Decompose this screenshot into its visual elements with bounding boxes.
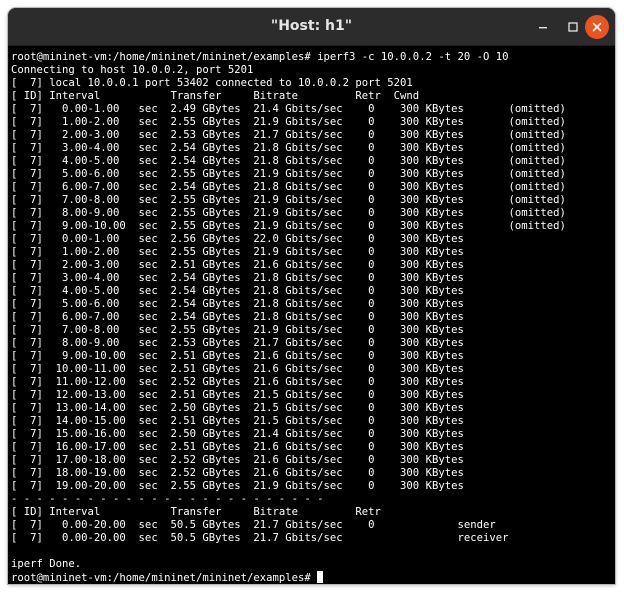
terminal-line: [ 7] 8.00-9.00 sec 2.55 GBytes 21.9 Gbit… [11,207,566,219]
terminal-window: "Host: h1" root@mininet-vm:/home/mininet… [8,8,615,584]
terminal-line: - - - - - - - - - - - - - - - - - - - - … [11,493,324,505]
terminal-line: [ 7] 13.00-14.00 sec 2.50 GBytes 21.5 Gb… [11,402,464,414]
terminal-line: [ 7] 1.00-2.00 sec 2.55 GBytes 21.9 Gbit… [11,246,464,258]
terminal-line: [ 7] 7.00-8.00 sec 2.55 GBytes 21.9 Gbit… [11,324,464,336]
terminal-line: [ 7] 19.00-20.00 sec 2.55 GBytes 21.9 Gb… [11,480,464,492]
terminal-line: root@mininet-vm:/home/mininet/mininet/ex… [11,51,509,63]
terminal-line: [ 7] 15.00-16.00 sec 2.50 GBytes 21.4 Gb… [11,428,464,440]
terminal-cursor [317,571,324,583]
terminal-line: [ 7] 8.00-9.00 sec 2.53 GBytes 21.7 Gbit… [11,337,464,349]
terminal-line: Connecting to host 10.0.0.2, port 5201 [11,64,254,76]
terminal-line: [ 7] 11.00-12.00 sec 2.52 GBytes 21.6 Gb… [11,376,464,388]
terminal-line: [ 7] 3.00-4.00 sec 2.54 GBytes 21.8 Gbit… [11,272,464,284]
maximize-button[interactable] [561,15,585,39]
terminal-line: [ 7] 4.00-5.00 sec 2.54 GBytes 21.8 Gbit… [11,285,464,297]
close-icon [592,22,602,32]
terminal-line: [ 7] 3.00-4.00 sec 2.54 GBytes 21.8 Gbit… [11,142,566,154]
terminal-line: [ 7] 0.00-1.00 sec 2.56 GBytes 22.0 Gbit… [11,233,464,245]
terminal-line: [ 7] 16.00-17.00 sec 2.51 GBytes 21.6 Gb… [11,441,464,453]
window-title: "Host: h1" [270,18,353,34]
terminal-line: [ 7] 6.00-7.00 sec 2.54 GBytes 21.8 Gbit… [11,311,464,323]
terminal-line: [ 7] 0.00-20.00 sec 50.5 GBytes 21.7 Gbi… [11,532,509,544]
terminal-line: [ 7] 4.00-5.00 sec 2.54 GBytes 21.8 Gbit… [11,155,566,167]
terminal-line: [ 7] 5.00-6.00 sec 2.54 GBytes 21.8 Gbit… [11,298,464,310]
terminal-line: [ 7] 6.00-7.00 sec 2.54 GBytes 21.8 Gbit… [11,181,566,193]
terminal-line: root@mininet-vm:/home/mininet/mininet/ex… [11,571,324,583]
terminal-line: [ 7] 9.00-10.00 sec 2.51 GBytes 21.6 Gbi… [11,350,464,362]
terminal-line: [ 7] 0.00-1.00 sec 2.49 GBytes 21.4 Gbit… [11,103,566,115]
terminal-line: [ 7] 10.00-11.00 sec 2.51 GBytes 21.6 Gb… [11,363,464,375]
terminal-line: [ ID] Interval Transfer Bitrate Retr Cwn… [11,90,420,102]
maximize-icon [568,22,578,32]
terminal-line: [ 7] 18.00-19.00 sec 2.52 GBytes 21.6 Gb… [11,467,464,479]
terminal-line: [ 7] 7.00-8.00 sec 2.55 GBytes 21.9 Gbit… [11,194,566,206]
terminal-line: [ 7] 2.00-3.00 sec 2.51 GBytes 21.6 Gbit… [11,259,464,271]
minimize-button[interactable] [531,15,555,39]
terminal-output[interactable]: root@mininet-vm:/home/mininet/mininet/ex… [11,47,614,583]
terminal-line: [ 7] 1.00-2.00 sec 2.55 GBytes 21.9 Gbit… [11,116,566,128]
terminal-line: [ 7] 0.00-20.00 sec 50.5 GBytes 21.7 Gbi… [11,519,496,531]
terminal-line: [ ID] Interval Transfer Bitrate Retr [11,506,381,518]
title-bar[interactable]: "Host: h1" [8,8,615,46]
terminal-line: [ 7] 12.00-13.00 sec 2.51 GBytes 21.5 Gb… [11,389,464,401]
close-button[interactable] [585,15,609,39]
terminal-line: iperf Done. [11,558,82,570]
terminal-line: [ 7] 17.00-18.00 sec 2.52 GBytes 21.6 Gb… [11,454,464,466]
minimize-icon [539,27,547,29]
terminal-line: [ 7] 5.00-6.00 sec 2.55 GBytes 21.9 Gbit… [11,168,566,180]
terminal-line: [ 7] 9.00-10.00 sec 2.55 GBytes 21.9 Gbi… [11,220,566,232]
terminal-line: [ 7] local 10.0.0.1 port 53402 connected… [11,77,413,89]
terminal-line: [ 7] 14.00-15.00 sec 2.51 GBytes 21.5 Gb… [11,415,464,427]
terminal-line: [ 7] 2.00-3.00 sec 2.53 GBytes 21.7 Gbit… [11,129,566,141]
